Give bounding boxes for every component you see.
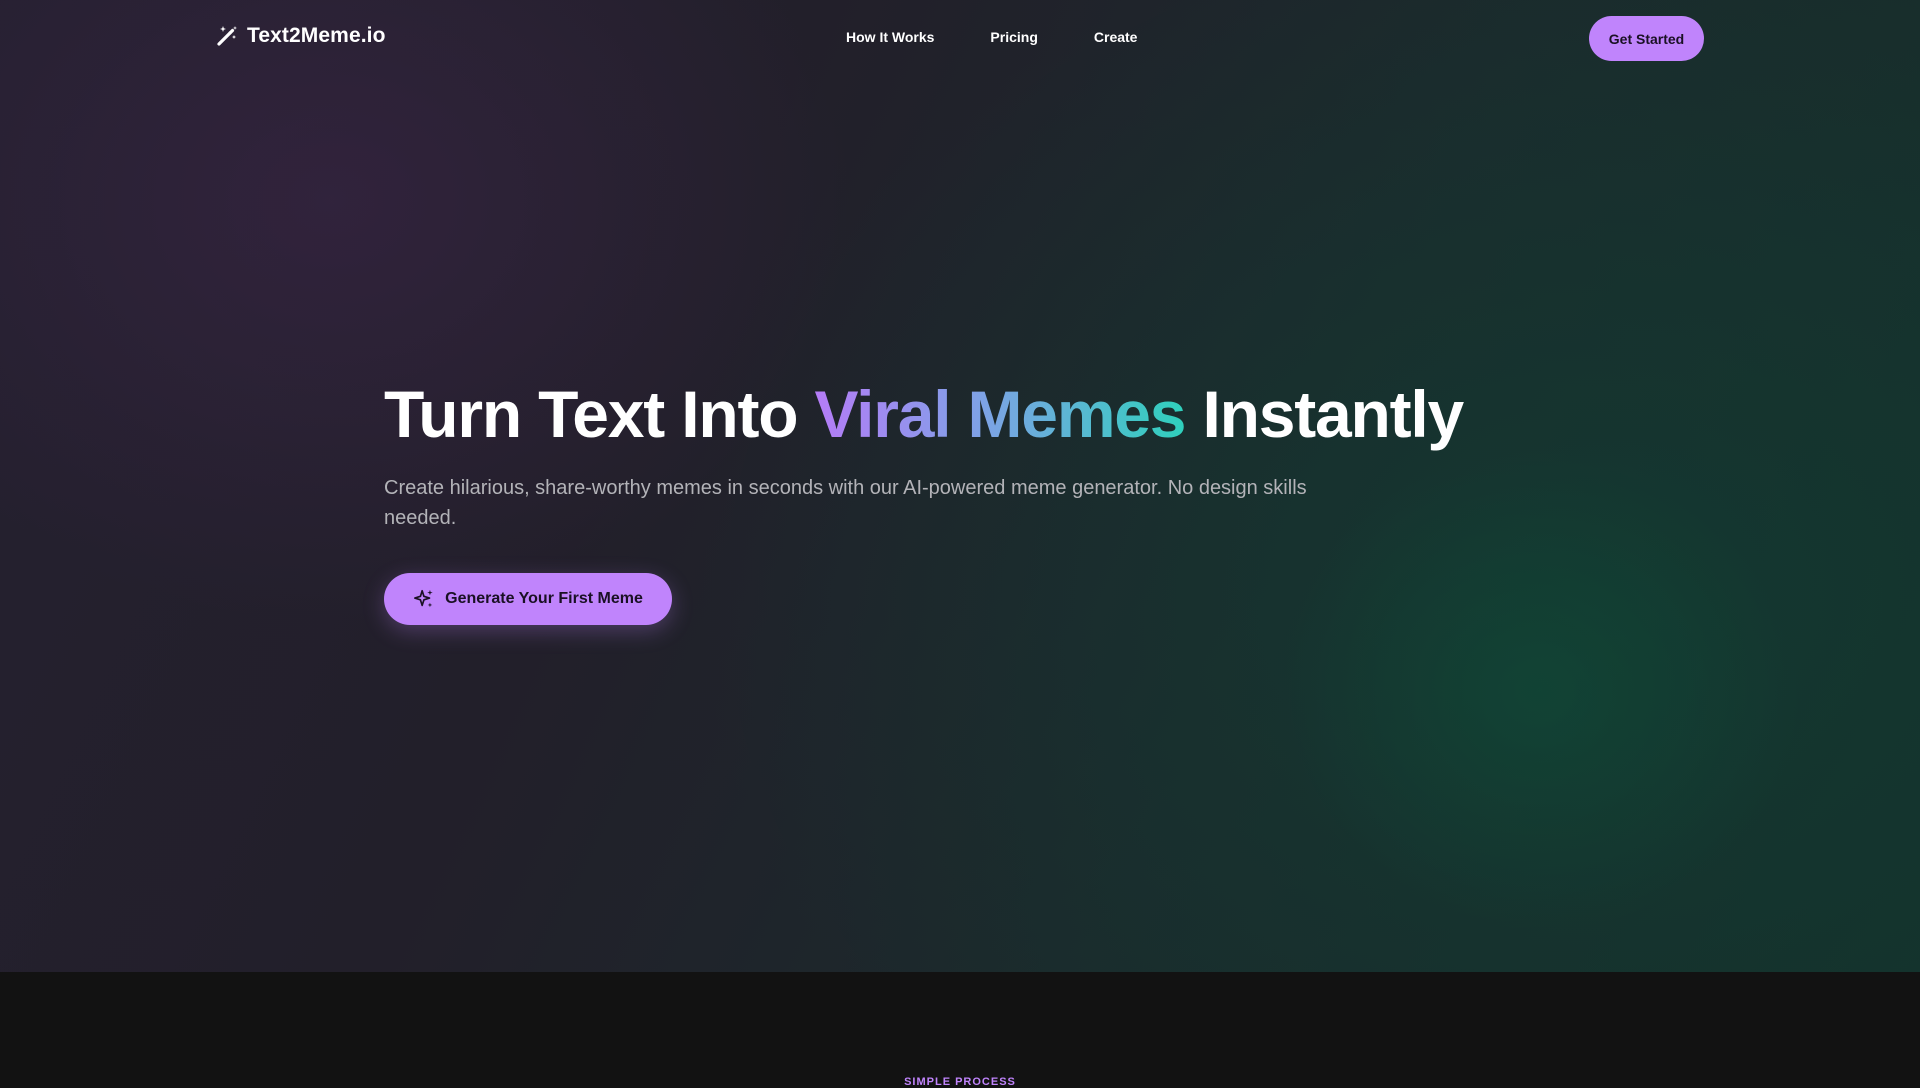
hero-section: Text2Meme.io How It Works Pricing Create… xyxy=(0,0,1920,972)
nav-link-pricing[interactable]: Pricing xyxy=(990,29,1037,45)
top-navigation: Text2Meme.io How It Works Pricing Create… xyxy=(0,0,1920,76)
get-started-button[interactable]: Get Started xyxy=(1589,16,1704,61)
how-it-works-section: SIMPLE PROCESS xyxy=(0,972,1920,1088)
nav-links: How It Works Pricing Create xyxy=(846,29,1137,45)
hero-subtitle: Create hilarious, share-worthy memes in … xyxy=(384,477,1307,529)
generate-meme-button[interactable]: Generate Your First Meme xyxy=(384,573,672,625)
headline-start: Turn Text Into xyxy=(384,377,815,451)
sparkles-icon xyxy=(414,589,433,608)
magic-wand-icon xyxy=(217,26,237,46)
brand-name: Text2Meme.io xyxy=(247,24,386,47)
hero-headline: Turn Text Into Viral Memes Instantly xyxy=(384,372,1464,456)
nav-link-create[interactable]: Create xyxy=(1094,29,1138,45)
section-eyebrow: SIMPLE PROCESS xyxy=(904,1076,1016,1088)
headline-highlight: Viral Memes xyxy=(814,377,1187,451)
generate-meme-label: Generate Your First Meme xyxy=(445,590,643,607)
nav-link-how-it-works[interactable]: How It Works xyxy=(846,29,934,45)
brand-logo[interactable]: Text2Meme.io xyxy=(215,24,386,48)
headline-end: Instantly xyxy=(1185,377,1464,451)
